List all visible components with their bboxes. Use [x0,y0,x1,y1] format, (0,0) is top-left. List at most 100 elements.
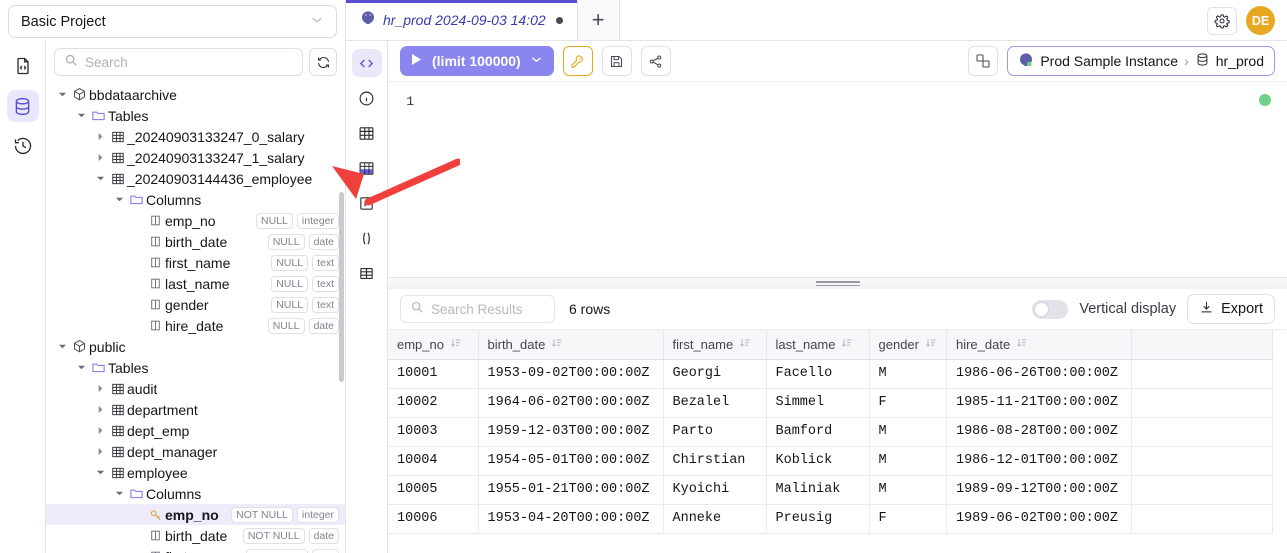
twisty-icon[interactable] [111,489,127,498]
tree-node-birth-date[interactable]: birth_date NOT NULL date [46,525,345,546]
twisty-icon[interactable] [92,153,108,162]
grid-cell[interactable]: 1959-12-03T00:00:00Z [478,417,664,447]
results-search-box[interactable] [400,295,555,323]
code-icon[interactable] [351,49,382,77]
sql-editor[interactable]: 1 [388,81,1287,277]
grid-cell[interactable]: 1986-12-01T00:00:00Z [946,446,1132,476]
tree-node-first-name[interactable]: first_name NOT NULLtext [46,546,345,553]
tree-node-hire-date[interactable]: hire_date NULL date [46,315,345,336]
grid-cell[interactable]: Bezalel [663,388,767,418]
wrench-icon[interactable] [562,46,593,76]
save-icon[interactable] [601,46,632,76]
grid-cell[interactable]: Koblick [766,446,870,476]
history-clock-icon[interactable] [7,130,39,162]
grid-cell[interactable] [1131,504,1273,534]
grid-cell[interactable] [1131,475,1273,505]
twisty-icon[interactable] [54,342,70,351]
column-header-last_name[interactable]: last_name [766,330,870,360]
new-tab-button[interactable]: + [577,0,620,40]
twisty-icon[interactable] [73,363,89,372]
split-layout-icon[interactable] [968,46,999,76]
database-icon[interactable] [6,90,39,122]
grid-cell[interactable]: Maliniak [766,475,870,505]
twisty-icon[interactable] [92,447,108,456]
table-row[interactable]: 10003 1959-12-03T00:00:00Z Parto Bamford M 19… [388,417,1273,447]
twisty-icon[interactable] [92,132,108,141]
column-header-first_name[interactable]: first_name [663,330,767,360]
tree-node-first-name[interactable]: first_name NULL text [46,252,345,273]
results-search-input[interactable] [431,301,545,317]
table-row[interactable]: 10002 1964-06-02T00:00:00Z Bezalel Simmel F 1… [388,388,1273,418]
function-icon[interactable] [352,189,382,217]
tree-node-emp-no[interactable]: emp_no NOT NULL integer [46,504,345,525]
results-grid[interactable]: emp_no birth_date first_name last_name gende… [388,330,1273,534]
tree-node-employee[interactable]: employee [46,462,345,483]
twisty-icon[interactable] [92,468,108,477]
grid-cell[interactable]: Parto [663,417,767,447]
tree-node-birth-date[interactable]: birth_date NULL date [46,231,345,252]
table-highlighted-icon[interactable] [352,154,382,182]
sort-icon[interactable] [551,337,563,352]
tree-node-columns[interactable]: Columns [46,483,345,504]
tree-node-columns[interactable]: Columns [46,189,345,210]
grid-cell[interactable]: Simmel [766,388,870,418]
tree-node-gender[interactable]: gender NULL text [46,294,345,315]
twisty-icon[interactable] [73,111,89,120]
panel-splitter[interactable] [388,277,1287,289]
table-row[interactable]: 10005 1955-01-21T00:00:00Z Kyoichi Maliniak… [388,475,1273,505]
tree-node-tables[interactable]: Tables [46,105,345,126]
column-header-gender[interactable]: gender [869,330,947,360]
grid-cell[interactable]: 10005 [388,475,479,505]
chevron-down-icon[interactable] [530,53,543,69]
share-icon[interactable] [640,46,671,76]
tree-node-public[interactable]: public [46,336,345,357]
column-header-birth_date[interactable]: birth_date [478,330,664,360]
grid-cell[interactable]: 1985-11-21T00:00:00Z [946,388,1132,418]
column-header-emp_no[interactable]: emp_no [388,330,479,360]
grid-cell[interactable]: 1986-06-26T00:00:00Z [946,359,1132,389]
parentheses-icon[interactable] [352,224,382,252]
refresh-icon[interactable] [309,48,337,76]
avatar[interactable]: DE [1246,6,1275,35]
table-row[interactable]: 10004 1954-05-01T00:00:00Z Chirstian Koblic… [388,446,1273,476]
grid-cell[interactable]: 10004 [388,446,479,476]
grid-cell[interactable]: 1989-06-02T00:00:00Z [946,504,1132,534]
tree-node-dept-emp[interactable]: dept_emp [46,420,345,441]
grid-cell[interactable]: 1955-01-21T00:00:00Z [478,475,664,505]
tree-node-last-name[interactable]: last_name NULL text [46,273,345,294]
sort-icon[interactable] [1016,337,1028,352]
project-selector[interactable]: Basic Project [8,5,337,38]
grid-cell[interactable]: 1986-08-28T00:00:00Z [946,417,1132,447]
grid-cell[interactable]: M [869,475,947,505]
grid-cell[interactable]: M [869,446,947,476]
table-grid-icon[interactable] [352,259,382,287]
twisty-icon[interactable] [92,174,108,183]
grid-cell[interactable] [1131,359,1273,389]
connection-breadcrumb[interactable]: Prod Sample Instance › hr_prod [1007,46,1275,76]
column-header-blank[interactable] [1131,330,1273,360]
tree-node-tables[interactable]: Tables [46,357,345,378]
schema-tree[interactable]: bbdataarchive Tables _20240903133247_0_sal… [46,82,345,553]
twisty-icon[interactable] [92,405,108,414]
tree-node-audit[interactable]: audit [46,378,345,399]
sort-icon[interactable] [925,337,937,352]
grid-cell[interactable]: Facello [766,359,870,389]
grid-cell[interactable]: 1953-09-02T00:00:00Z [478,359,664,389]
tree-node-department[interactable]: department [46,399,345,420]
grid-cell[interactable]: M [869,417,947,447]
run-query-button[interactable]: (limit 100000) [400,46,554,76]
tree-node-20240903133247-0-salary[interactable]: _20240903133247_0_salary [46,126,345,147]
search-input[interactable] [85,54,293,70]
grid-cell[interactable]: 1953-04-20T00:00:00Z [478,504,664,534]
sort-icon[interactable] [450,337,462,352]
twisty-icon[interactable] [54,90,70,99]
grid-cell[interactable]: Kyoichi [663,475,767,505]
sort-icon[interactable] [841,337,853,352]
grid-cell[interactable]: M [869,359,947,389]
grid-cell[interactable]: 10002 [388,388,479,418]
tree-node-20240903144436-employee[interactable]: _20240903144436_employee [46,168,345,189]
info-icon[interactable] [352,84,382,112]
gear-icon[interactable] [1207,6,1237,35]
grid-cell[interactable]: 1964-06-02T00:00:00Z [478,388,664,418]
grid-cell[interactable] [1131,417,1273,447]
